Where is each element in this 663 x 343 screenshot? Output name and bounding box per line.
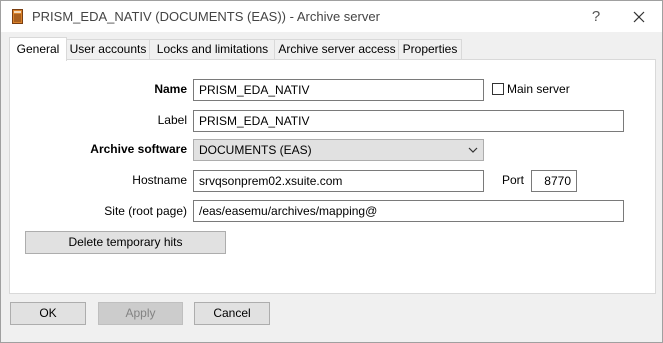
apply-button[interactable]: Apply (98, 302, 183, 325)
book-icon (12, 9, 23, 24)
close-icon[interactable] (628, 7, 650, 27)
archive-software-select[interactable]: DOCUMENTS (EAS) (193, 139, 484, 161)
tab-locks-and-limitations[interactable]: Locks and limitations (149, 39, 276, 60)
port-label: Port (502, 173, 525, 187)
tab-properties[interactable]: Properties (398, 39, 462, 60)
archive-software-label: Archive software (90, 142, 187, 156)
hostname-field[interactable]: srvqsonprem02.xsuite.com (193, 170, 484, 192)
archive-software-value: DOCUMENTS (EAS) (199, 143, 312, 157)
hostname-label: Hostname (132, 173, 187, 187)
main-server-checkbox[interactable] (492, 83, 504, 95)
help-button[interactable]: ? (586, 7, 606, 27)
tab-archive-server-access[interactable]: Archive server access (274, 39, 400, 60)
cancel-button[interactable]: Cancel (194, 302, 270, 325)
site-root-page-label: Site (root page) (104, 204, 187, 218)
ok-button[interactable]: OK (10, 302, 86, 325)
port-field[interactable]: 8770 (531, 170, 577, 192)
tab-general[interactable]: General (9, 37, 67, 61)
main-server-label: Main server (507, 82, 570, 96)
delete-temporary-hits-button[interactable]: Delete temporary hits (25, 231, 226, 254)
name-label: Name (154, 82, 187, 96)
tab-user-accounts[interactable]: User accounts (65, 39, 151, 60)
label-label: Label (157, 113, 187, 127)
chevron-down-icon (468, 147, 478, 153)
title-bar: PRISM_EDA_NATIV (DOCUMENTS (EAS)) - Arch… (1, 1, 662, 32)
tab-strip: General User accounts Locks and limitati… (9, 37, 659, 61)
label-field[interactable]: PRISM_EDA_NATIV (193, 110, 624, 132)
archive-server-dialog: PRISM_EDA_NATIV (DOCUMENTS (EAS)) - Arch… (0, 0, 663, 343)
site-root-page-field[interactable]: /eas/easemu/archives/mapping@ (193, 200, 624, 222)
window-title: PRISM_EDA_NATIV (DOCUMENTS (EAS)) - Arch… (32, 9, 380, 24)
general-panel: Name PRISM_EDA_NATIV Main server Label P… (9, 59, 656, 294)
name-field[interactable]: PRISM_EDA_NATIV (193, 79, 484, 101)
